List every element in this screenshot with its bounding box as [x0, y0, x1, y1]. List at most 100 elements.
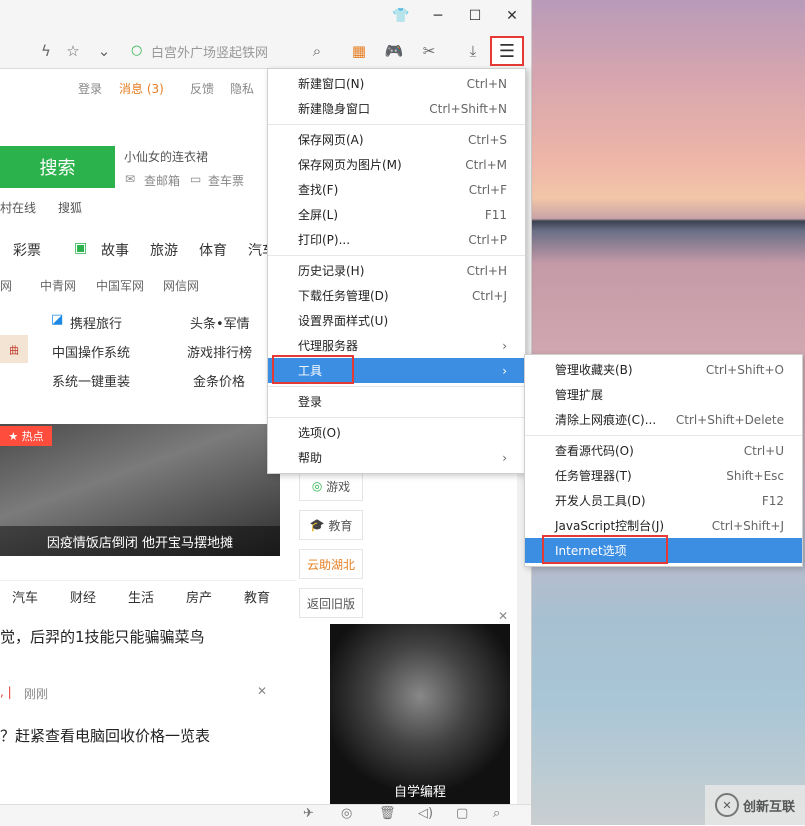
chevron-down-icon[interactable]: ⌄ — [93, 40, 115, 62]
apps-icon[interactable]: ▦ — [348, 40, 370, 62]
messages-link[interactable]: 消息 (3) — [119, 80, 164, 97]
address-bar: ϟ ☆ ⌄ ○ 白宫外广场竖起铁网 ⌕ ▦ 🎮 ✂ ⤓ — [0, 32, 531, 69]
news-tab[interactable]: 财经 — [70, 587, 96, 606]
scissors-icon[interactable]: ✂ — [418, 40, 440, 62]
headline-2[interactable]: ？赶紧查看电脑回收价格一览表 — [0, 725, 210, 746]
menu-item-shortcut: Shift+Esc — [726, 468, 784, 483]
ticket-icon: ▭ — [190, 172, 202, 186]
menu-item[interactable]: 历史记录(H) Ctrl+H — [268, 258, 525, 283]
menu-separator — [268, 386, 525, 387]
side-label: 教育 — [328, 518, 353, 533]
ad-close-icon[interactable]: ✕ — [498, 609, 508, 623]
news-caption[interactable]: 因疫情饭店倒闭 他开宝马摆地摊 — [0, 526, 280, 556]
site-link[interactable]: 系统一键重装 — [52, 371, 130, 390]
site-link[interactable]: 游戏排行榜 — [187, 342, 252, 361]
menu-item-label: 查找(F) — [298, 183, 339, 197]
minimize-button[interactable]: ─ — [425, 4, 451, 28]
menu-item-label: 查看源代码(O) — [555, 444, 634, 458]
menu-item[interactable]: 任务管理器(T) Shift+Esc — [525, 463, 802, 488]
side-button-education[interactable]: 🎓 教育 — [299, 510, 363, 540]
menu-item[interactable]: 清除上网痕迹(C)... Ctrl+Shift+Delete — [525, 407, 802, 432]
menu-item[interactable]: 查找(F) Ctrl+F — [268, 177, 525, 202]
skin-icon[interactable]: 👕 — [388, 4, 414, 28]
row-link-2[interactable]: 搜狐 — [58, 199, 82, 216]
lightning-icon[interactable]: ϟ — [35, 40, 57, 62]
feedback-link[interactable]: 反馈 — [190, 80, 214, 97]
side-button-old-version[interactable]: 返回旧版 — [299, 588, 363, 618]
mail-icon: ✉ — [125, 172, 136, 186]
menu-item[interactable]: 下载任务管理(D) Ctrl+J — [268, 283, 525, 308]
ad-image[interactable]: 自学编程 — [330, 624, 510, 804]
maximize-button[interactable]: ☐ — [462, 4, 488, 28]
search-button[interactable]: 搜索 — [0, 146, 115, 188]
site-link[interactable]: 金条价格 — [193, 371, 245, 390]
site-link[interactable]: 中国操作系统 — [52, 342, 130, 361]
news-tab[interactable]: 汽车 — [12, 587, 38, 606]
trash-icon[interactable]: 🗑 — [379, 806, 396, 821]
news-tab[interactable]: 生活 — [128, 587, 154, 606]
menu-item[interactable]: 设置界面样式(U) — [268, 308, 525, 333]
nav-item[interactable]: 旅游 — [150, 240, 178, 260]
menu-item[interactable]: 保存网页(A) Ctrl+S — [268, 127, 525, 152]
menu-item[interactable]: 全屏(L) F11 — [268, 202, 525, 227]
menu-item[interactable]: 管理收藏夹(B) Ctrl+Shift+O — [525, 357, 802, 382]
side-button-hubei[interactable]: 云助湖北 — [299, 549, 363, 579]
menu-item-shortcut: Ctrl+Shift+N — [429, 101, 507, 116]
rocket-icon[interactable]: ✈ — [303, 806, 314, 821]
menu-item[interactable]: 打印(P)... Ctrl+P — [268, 227, 525, 252]
privacy-link[interactable]: 隐私 — [230, 80, 254, 97]
news-tab[interactable]: 房产 — [186, 587, 212, 606]
menu-item[interactable]: 查看源代码(O) Ctrl+U — [525, 438, 802, 463]
menu-item-label: 保存网页(A) — [298, 133, 364, 147]
nav-item[interactable]: 彩票 — [13, 240, 41, 260]
side-button-game[interactable]: ◎ 游戏 — [299, 471, 363, 501]
menu-item[interactable]: 帮助 › — [268, 445, 525, 470]
menu-item-shortcut: › — [502, 338, 507, 353]
menu-item[interactable]: 新建隐身窗口 Ctrl+Shift+N — [268, 96, 525, 121]
news-tab[interactable]: 教育 — [244, 587, 270, 606]
search-icon[interactable]: ⌕ — [493, 806, 500, 821]
meta-time: 刚刚 — [24, 687, 49, 701]
star-icon[interactable]: ☆ — [62, 40, 84, 62]
nav-item[interactable]: 体育 — [199, 240, 227, 260]
row-link-1[interactable]: 村在线 — [0, 199, 36, 216]
menu-item[interactable]: 登录 — [268, 389, 525, 414]
mail-link[interactable]: 查邮箱 — [144, 172, 180, 189]
menu-separator — [268, 255, 525, 256]
game-icon[interactable]: 🎮 — [383, 40, 405, 62]
menu-item-shortcut: Ctrl+J — [472, 288, 507, 303]
media-link[interactable]: 网 — [0, 277, 12, 294]
menu-item-label: 登录 — [298, 395, 323, 409]
search-icon[interactable]: ⌕ — [306, 40, 328, 62]
menu-item[interactable]: 保存网页为图片(M) Ctrl+M — [268, 152, 525, 177]
media-link[interactable]: 中国军网 — [96, 277, 144, 294]
ad-caption[interactable]: 自学编程 — [330, 781, 510, 800]
speed-icon[interactable]: ◎ — [341, 806, 352, 821]
site-link[interactable]: 头条•军情 — [190, 313, 250, 332]
watermark-logo: ✕ 创新互联 — [705, 785, 805, 825]
menu-item-shortcut: Ctrl+P — [468, 232, 507, 247]
search-suggestion[interactable]: 小仙女的连衣裙 — [124, 148, 208, 165]
login-link[interactable]: 登录 — [78, 80, 102, 97]
menu-item[interactable]: 新建窗口(N) Ctrl+N — [268, 71, 525, 96]
close-button[interactable]: ✕ — [499, 4, 525, 28]
menu-item[interactable]: 选项(O) — [268, 420, 525, 445]
address-input[interactable]: 白宫外广场竖起铁网 — [151, 42, 268, 61]
close-icon[interactable]: ✕ — [257, 684, 267, 698]
menu-item[interactable]: 工具 › — [268, 355, 525, 384]
window-icon[interactable]: ▢ — [456, 806, 468, 821]
menu-item[interactable]: 管理扩展 — [525, 382, 802, 407]
menu-item[interactable]: 开发人员工具(D) F12 — [525, 488, 802, 513]
site-link[interactable]: 携程旅行 — [70, 313, 122, 332]
menu-item-label: JavaScript控制台(J) — [555, 519, 665, 533]
menu-item[interactable]: Internet选项 — [525, 535, 802, 564]
menu-item-label: 历史记录(H) — [298, 264, 365, 278]
download-icon[interactable]: ⤓ — [462, 40, 484, 62]
headline-1[interactable]: 觉，后羿的1技能只能骗骗菜鸟 — [0, 626, 205, 647]
media-link[interactable]: 中青网 — [40, 277, 76, 294]
nav-item[interactable]: 故事 — [101, 240, 129, 260]
ticket-link[interactable]: 查车票 — [208, 172, 244, 189]
media-link[interactable]: 网信网 — [163, 277, 199, 294]
volume-icon[interactable]: ◁) — [418, 806, 433, 821]
main-menu-button[interactable]: ☰ — [490, 36, 524, 66]
